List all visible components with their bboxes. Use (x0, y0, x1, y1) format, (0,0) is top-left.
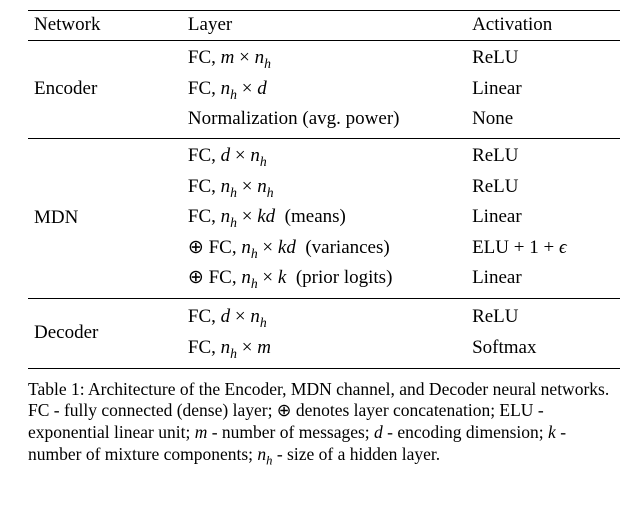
activation-cell: ReLU (466, 303, 620, 334)
layer-cell: FC, m × nh (182, 44, 466, 75)
caption-label: Table 1: (28, 379, 85, 399)
table-row: DecoderFC, d × nhReLU (28, 303, 620, 334)
table-row: MDNFC, d × nhReLU (28, 142, 620, 173)
activation-cell: ReLU (466, 44, 620, 75)
network-name: MDN (28, 142, 182, 295)
layer-cell: FC, d × nh (182, 303, 466, 334)
layer-cell: FC, nh × d (182, 75, 466, 106)
header-activation: Activation (466, 11, 620, 41)
caption-text: Architecture of the Encoder, MDN channel… (28, 379, 609, 465)
activation-cell: ReLU (466, 173, 620, 204)
activation-cell: ELU + 1 + ϵ (466, 234, 620, 265)
header-layer: Layer (182, 11, 466, 41)
header-network: Network (28, 11, 182, 41)
table-row: EncoderFC, m × nhReLU (28, 44, 620, 75)
activation-cell: None (466, 105, 620, 134)
network-name: Decoder (28, 303, 182, 364)
table-caption: Table 1: Architecture of the Encoder, MD… (28, 379, 620, 470)
layer-cell: FC, nh × m (182, 334, 466, 365)
table-body: EncoderFC, m × nhReLUFC, nh × dLinearNor… (28, 40, 620, 368)
activation-cell: Softmax (466, 334, 620, 365)
layer-cell: ⊕ FC, nh × kd (variances) (182, 234, 466, 265)
table-header-row: Network Layer Activation (28, 11, 620, 41)
architecture-table: Network Layer Activation EncoderFC, m × … (28, 10, 620, 369)
layer-cell: ⊕ FC, nh × k (prior logits) (182, 264, 466, 295)
activation-cell: Linear (466, 203, 620, 234)
layer-cell: FC, d × nh (182, 142, 466, 173)
network-name: Encoder (28, 44, 182, 134)
activation-cell: Linear (466, 75, 620, 106)
activation-cell: ReLU (466, 142, 620, 173)
layer-cell: FC, nh × kd (means) (182, 203, 466, 234)
layer-cell: FC, nh × nh (182, 173, 466, 204)
layer-cell: Normalization (avg. power) (182, 105, 466, 134)
activation-cell: Linear (466, 264, 620, 295)
